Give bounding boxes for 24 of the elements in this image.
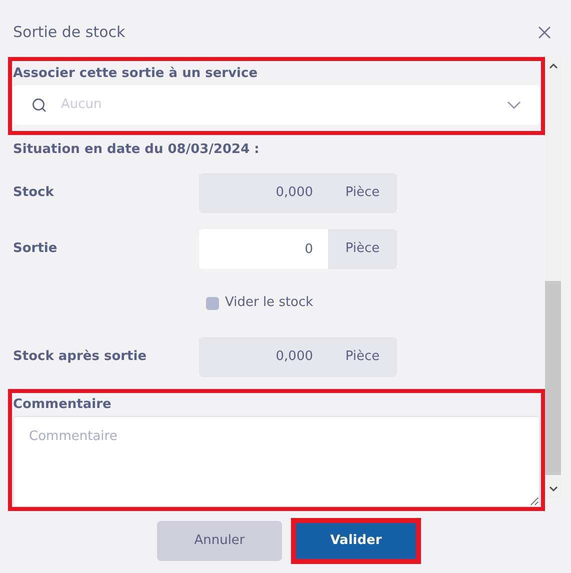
checkbox[interactable] (206, 296, 219, 310)
checkbox-label[interactable]: Vider le stock (225, 293, 314, 313)
field-label: Sortie (13, 240, 58, 258)
quantity-field[interactable]: 0 (199, 229, 328, 269)
search-icon (32, 98, 47, 112)
value-field: 0,000 (199, 337, 328, 377)
validate-button[interactable]: Valider (291, 518, 421, 564)
section-label: Commentaire (13, 396, 112, 414)
value-field: 0,000 (199, 173, 328, 213)
close-icon[interactable] (538, 26, 551, 39)
comment-field[interactable]: Commentaire (13, 416, 540, 507)
unit-label: Pièce (344, 240, 381, 258)
scroll-up-icon[interactable] (548, 63, 558, 69)
field-label: Stock après sortie (13, 348, 148, 366)
scroll-bar[interactable] (545, 57, 561, 498)
scroll-down-icon[interactable] (548, 486, 558, 492)
situation-heading: Situation en date du 08/03/2024 : (13, 141, 260, 160)
unit-label: Pièce (344, 184, 381, 202)
scroll-thumb[interactable] (545, 281, 561, 475)
dialog-title: Sortie de stock (13, 22, 126, 44)
unit-label: Pièce (344, 348, 381, 366)
chevron-down-icon (507, 101, 521, 109)
section-label: Associer cette sortie à un service (13, 65, 259, 84)
field-label: Stock (13, 184, 55, 202)
